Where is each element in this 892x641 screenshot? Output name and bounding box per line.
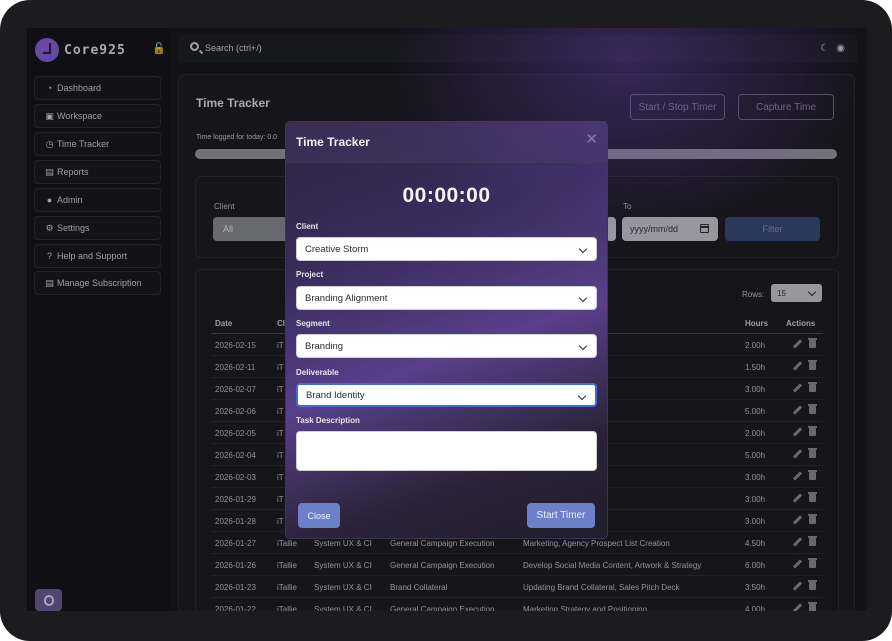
client-value: Creative Storm [305, 243, 369, 255]
start-timer-button[interactable]: Start Timer [527, 503, 595, 528]
chevron-down-icon [578, 341, 588, 351]
device-frame: Core925 🔓 ◔ Dashboard ▣ Workspace ◷ Time… [0, 0, 892, 641]
close-button[interactable]: Close [298, 503, 340, 528]
app-screen: Core925 🔓 ◔ Dashboard ▣ Workspace ◷ Time… [27, 28, 867, 611]
chevron-down-icon [578, 244, 588, 254]
segment-label: Segment [296, 319, 330, 328]
deliverable-value: Brand Identity [306, 389, 365, 401]
project-label: Project [296, 270, 324, 279]
task-description-input[interactable] [296, 431, 597, 471]
time-tracker-modal: Time Tracker ✕ 00:00:00 Client Creative … [285, 121, 608, 539]
deliverable-select[interactable]: Brand Identity [296, 383, 597, 407]
segment-select[interactable]: Branding [296, 334, 597, 358]
modal-title: Time Tracker [296, 135, 370, 149]
chevron-down-icon [578, 293, 588, 303]
client-label: Client [296, 222, 319, 231]
project-select[interactable]: Branding Alignment [296, 286, 597, 310]
client-select[interactable]: Creative Storm [296, 237, 597, 261]
modal-header: Time Tracker ✕ [286, 122, 607, 163]
segment-value: Branding [305, 340, 344, 352]
task-description-label: Task Description [296, 416, 360, 425]
deliverable-label: Deliverable [296, 368, 339, 377]
chevron-down-icon [577, 391, 587, 401]
close-icon[interactable]: ✕ [585, 132, 598, 147]
timer-display: 00:00:00 [402, 184, 491, 207]
project-value: Branding Alignment [305, 292, 388, 304]
